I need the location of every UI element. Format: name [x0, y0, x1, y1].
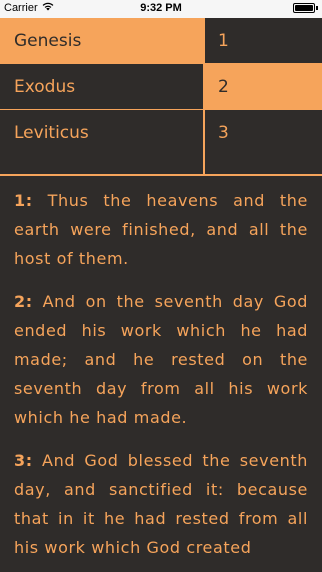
verse: 2: And on the seventh day God ended his …: [14, 287, 308, 432]
chapter-item-2[interactable]: 2: [204, 64, 322, 110]
verse-body: And on the seventh day God ended his wor…: [14, 292, 309, 427]
battery-icon: [293, 3, 318, 13]
battery-body: [293, 3, 315, 13]
status-time: 9:32 PM: [140, 2, 182, 14]
status-bar: Carrier 9:32 PM: [0, 0, 322, 18]
chapter-label: 2: [218, 76, 229, 97]
book-item-genesis[interactable]: Genesis: [0, 18, 203, 64]
chapter-list: 1 2 3: [204, 18, 322, 174]
battery-fill: [295, 5, 313, 11]
verse: 1: Thus the heavens and the earth were f…: [14, 186, 308, 273]
book-item-leviticus[interactable]: Leviticus: [0, 110, 203, 156]
verse-text-area[interactable]: 1: Thus the heavens and the earth were f…: [14, 186, 308, 572]
verse-number: 1:: [14, 191, 33, 210]
chapter-label: 1: [218, 30, 229, 51]
battery-tip: [316, 6, 318, 10]
verse-body: And God blessed the seventh day, and san…: [14, 451, 308, 557]
verse: 3: And God blessed the seventh day, and …: [14, 446, 308, 562]
verse-number: 3:: [14, 451, 33, 470]
verse-number: 2:: [14, 292, 33, 311]
book-item-exodus[interactable]: Exodus: [0, 64, 203, 110]
chapter-label: 3: [218, 123, 229, 143]
book-label: Exodus: [14, 76, 76, 97]
chapter-item-1[interactable]: 1: [204, 18, 322, 64]
chapter-item-3[interactable]: 3: [204, 110, 322, 156]
book-label: Leviticus: [14, 123, 89, 143]
book-list: Genesis Exodus Leviticus: [0, 18, 203, 174]
verse-body: Thus the heavens and the earth were fini…: [14, 191, 308, 268]
book-label: Genesis: [14, 30, 82, 51]
content-divider: [0, 174, 322, 176]
